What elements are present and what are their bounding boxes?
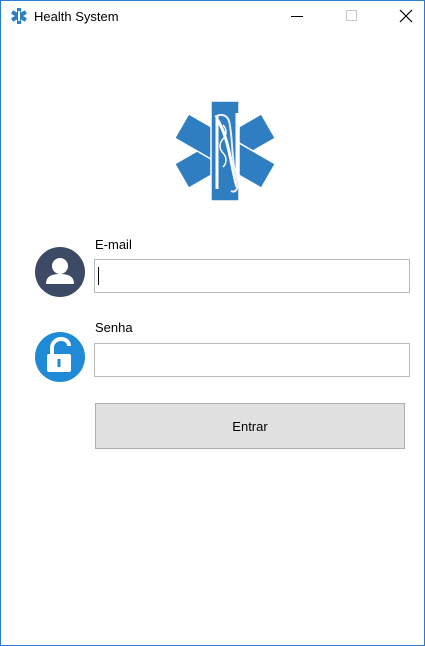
user-icon	[35, 247, 85, 297]
close-icon	[399, 9, 413, 23]
email-label: E-mail	[95, 237, 132, 252]
password-field[interactable]	[94, 343, 410, 377]
window-title: Health System	[34, 9, 119, 24]
login-window: Health System E-mail Senha Entrar	[0, 0, 425, 646]
minimize-icon	[291, 16, 303, 17]
title-bar[interactable]: Health System	[1, 1, 424, 31]
text-cursor	[98, 267, 99, 285]
app-icon	[11, 8, 27, 24]
star-of-life-logo	[173, 100, 277, 202]
minimize-button[interactable]	[273, 1, 319, 31]
maximize-icon	[346, 10, 357, 21]
close-button[interactable]	[381, 1, 425, 31]
maximize-button[interactable]	[329, 1, 375, 31]
senha-label: Senha	[95, 320, 133, 335]
unlock-icon	[35, 332, 85, 382]
login-button[interactable]: Entrar	[95, 403, 405, 449]
email-field[interactable]	[94, 259, 410, 293]
